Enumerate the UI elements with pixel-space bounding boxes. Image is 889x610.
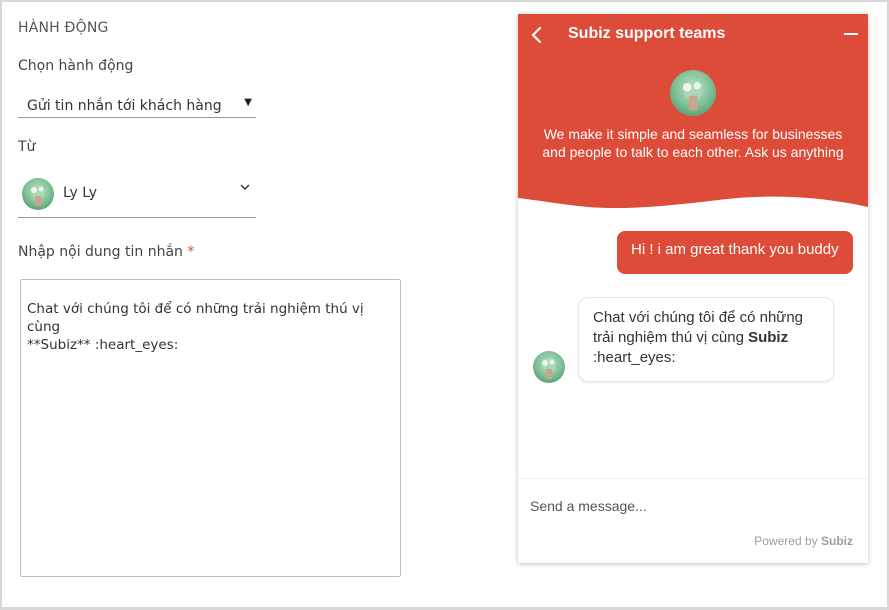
outgoing-message: Hi ! i am great thank you buddy [617, 231, 853, 274]
powered-by-brand[interactable]: Subiz [821, 534, 853, 548]
message-label-text: Nhập nội dung tin nhắn [18, 244, 183, 260]
section-title: HÀNH ĐỘNG [18, 20, 109, 36]
agent-avatar [22, 178, 54, 210]
choose-action-label: Chọn hành động [18, 58, 134, 74]
chat-header: Subiz support teams We make it simple an… [518, 14, 868, 214]
powered-by: Powered by Subiz [754, 534, 853, 548]
incoming-message: Chat với chúng tôi để có những trải nghi… [578, 297, 834, 382]
incoming-message-brand: Subiz [748, 329, 789, 346]
from-select[interactable]: Ly Ly [18, 175, 256, 218]
chat-title: Subiz support teams [568, 25, 726, 42]
message-label: Nhập nội dung tin nhắn * [18, 244, 194, 260]
agent-message-avatar [533, 351, 565, 383]
composer-bar [518, 478, 868, 563]
back-arrow-icon[interactable] [530, 26, 544, 44]
minimize-icon[interactable] [844, 33, 858, 35]
action-select-value: Gửi tin nhắn tới khách hàng [27, 98, 222, 114]
action-select[interactable]: Gửi tin nhắn tới khách hàng ▼ [18, 94, 256, 118]
caret-down-icon: ▼ [244, 97, 252, 108]
required-mark: * [187, 244, 195, 260]
incoming-message-emoji-code: :heart_eyes: [593, 349, 676, 366]
chat-widget: Subiz support teams We make it simple an… [518, 14, 868, 563]
chevron-down-icon [240, 184, 250, 190]
team-avatar [670, 70, 716, 116]
powered-by-text: Powered by [754, 534, 818, 548]
message-input[interactable] [530, 495, 850, 517]
chat-tagline: We make it simple and seamless for busin… [542, 126, 844, 160]
from-label: Từ [18, 139, 36, 155]
from-select-value: Ly Ly [63, 185, 98, 201]
message-textarea[interactable]: Chat với chúng tôi để có những trải nghi… [20, 279, 401, 577]
